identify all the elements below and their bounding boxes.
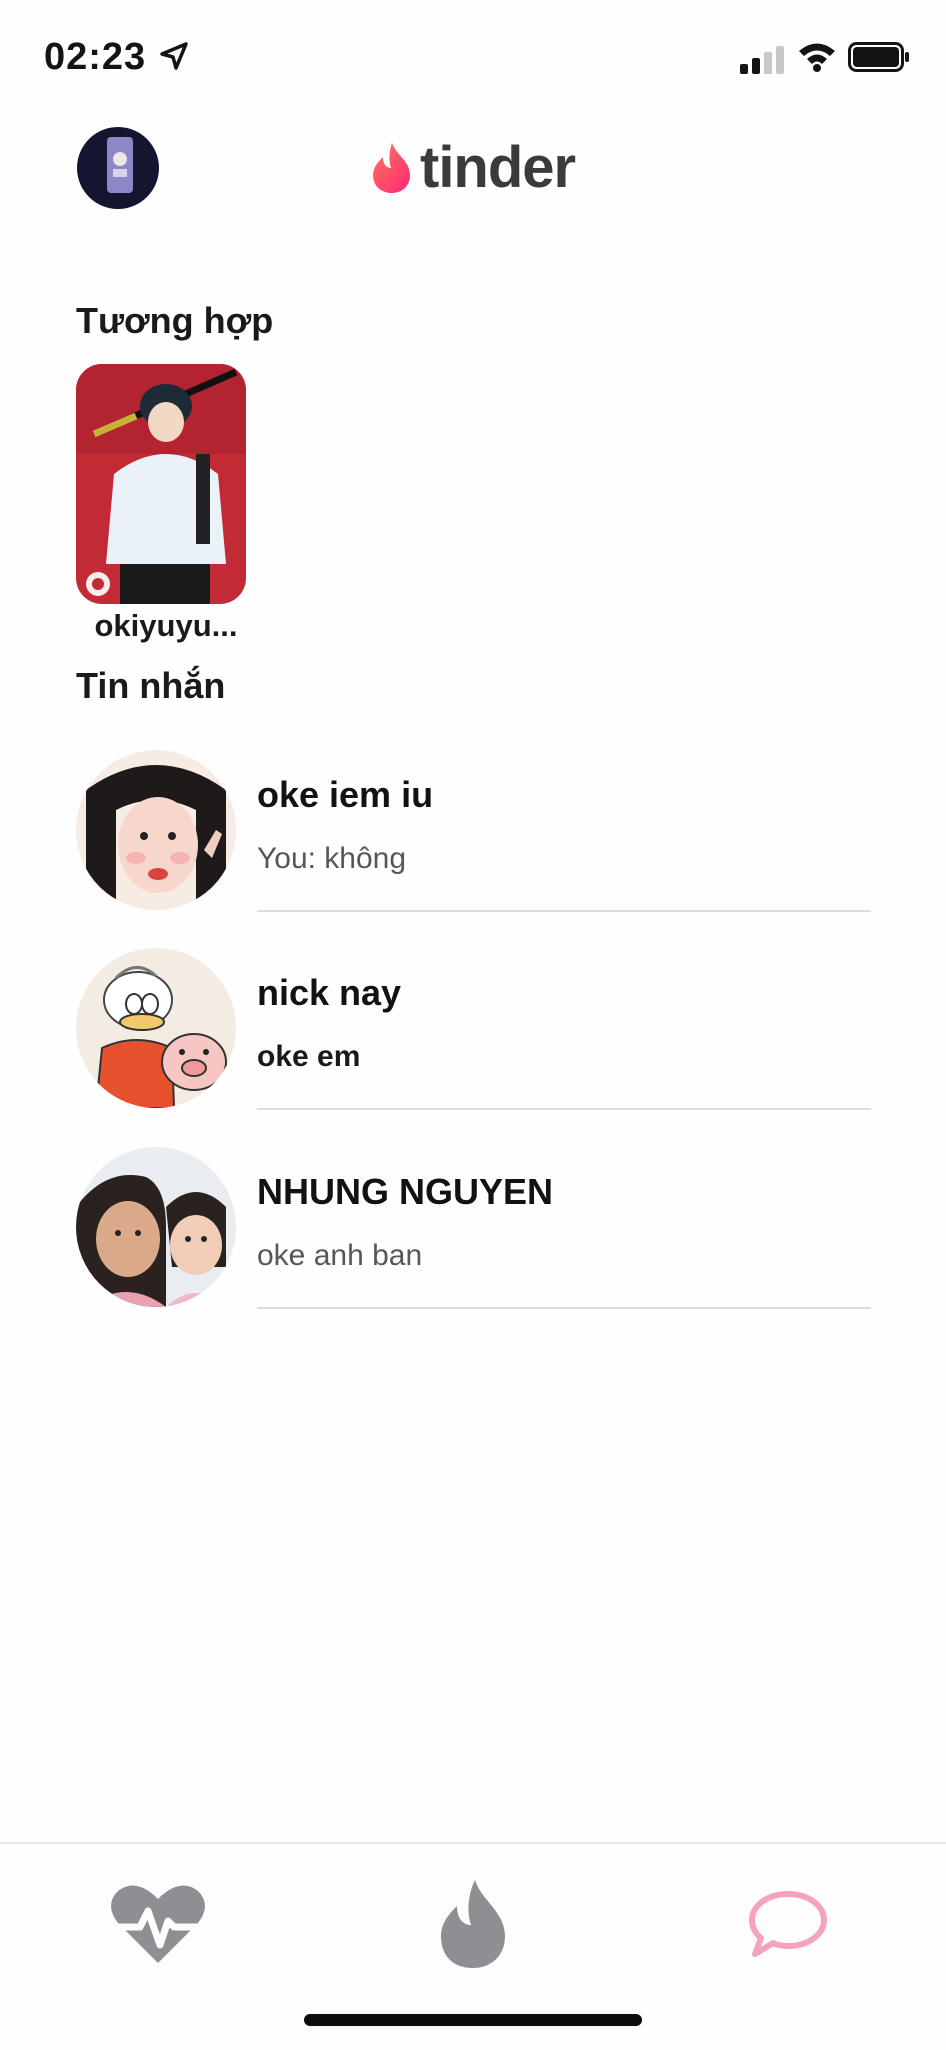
profile-avatar-button[interactable] xyxy=(77,127,159,209)
flame-icon xyxy=(441,1880,505,1968)
messages-section-title: Tin nhắn xyxy=(76,665,226,706)
wifi-icon xyxy=(797,40,837,77)
row-divider xyxy=(257,1108,871,1110)
battery-icon xyxy=(848,42,910,77)
home-indicator xyxy=(304,2014,642,2026)
conversation-row[interactable]: oke iem iu You: không xyxy=(0,750,946,948)
conversation-row[interactable]: nick nay oke em xyxy=(0,948,946,1146)
top-header: tinder xyxy=(0,120,946,220)
conversation-preview: oke em xyxy=(257,1040,361,1073)
conversation-preview: You: không xyxy=(257,842,407,875)
logo-wordmark: tinder xyxy=(420,135,576,200)
tab-discover[interactable] xyxy=(403,1864,543,1984)
conversation-avatar xyxy=(76,750,236,910)
location-arrow-icon xyxy=(158,40,190,77)
conversation-preview: oke anh ban xyxy=(257,1239,423,1272)
tab-messages[interactable] xyxy=(718,1864,858,1984)
row-divider xyxy=(257,910,871,912)
row-divider xyxy=(257,1307,871,1309)
match-card[interactable] xyxy=(76,364,246,604)
flame-logo-icon xyxy=(373,142,410,193)
tinder-logo: tinder xyxy=(370,134,576,201)
chat-bubble-icon xyxy=(749,1891,827,1957)
cellular-signal-icon xyxy=(740,44,786,79)
conversation-row[interactable]: NHUNG NGUYEN oke anh ban xyxy=(0,1147,946,1345)
conversation-avatar xyxy=(76,1147,236,1307)
heart-pulse-icon xyxy=(110,1885,206,1963)
conversation-name: oke iem iu xyxy=(257,774,434,815)
match-name: okiyuyu... xyxy=(94,608,238,643)
tab-likes[interactable] xyxy=(88,1864,228,1984)
status-bar: 02:23 xyxy=(0,0,946,110)
conversation-name: nick nay xyxy=(257,972,402,1013)
conversation-name: NHUNG NGUYEN xyxy=(257,1171,554,1212)
status-time: 02:23 xyxy=(44,36,147,78)
matches-section-title: Tương hợp xyxy=(76,300,274,341)
conversation-avatar xyxy=(76,948,236,1108)
